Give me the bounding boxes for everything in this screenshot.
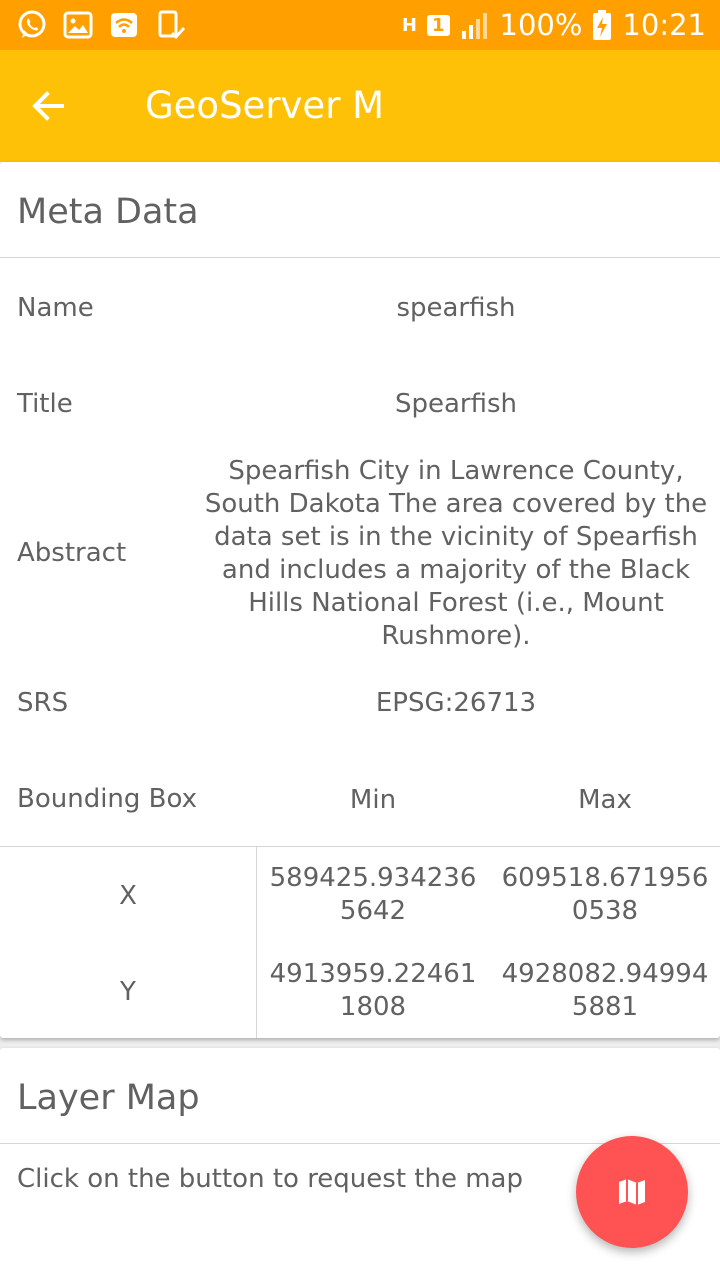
abstract-line: data set is in the vicinity of Spearfish <box>214 522 698 552</box>
bbox-value-line: 4928082.94994 <box>501 959 709 989</box>
abstract-line: Hills National Forest (i.e., Mount <box>248 588 664 618</box>
metadata-card: Meta Data Name spearfish Title Spearfish… <box>0 162 720 1038</box>
bbox-value-line: 1808 <box>339 992 407 1022</box>
abstract-line: Spearfish City in Lawrence County, <box>228 456 684 486</box>
abstract-value: Spearfish City in Lawrence County, South… <box>196 455 716 653</box>
name-value: spearfish <box>396 293 516 323</box>
signal-icon <box>461 13 487 39</box>
bbox-divider <box>0 846 720 847</box>
bbox-y-min: 4913959.22461 1808 <box>257 958 489 1024</box>
notification-icons <box>16 9 186 41</box>
gallery-icon <box>63 11 93 39</box>
title-label: Title <box>17 389 73 419</box>
status-bar: H 1 100% 10:21 <box>0 0 720 50</box>
bbox-value-line: 5881 <box>571 992 639 1022</box>
abstract-line: Rushmore). <box>381 621 531 651</box>
status-indicators: H 1 100% 10:21 <box>402 0 706 50</box>
app-title: GeoServer M <box>145 84 385 127</box>
bbox-max-header: Max <box>578 785 632 815</box>
battery-charging-icon <box>593 10 612 40</box>
network-type-icon: H <box>401 14 417 36</box>
bbox-value-line: 4913959.22461 <box>269 959 477 989</box>
srs-label: SRS <box>17 688 69 718</box>
bbox-y-max: 4928082.94994 5881 <box>489 958 720 1024</box>
bbox-min-header: Min <box>349 785 397 815</box>
abstract-label: Abstract <box>17 538 127 568</box>
map-icon <box>619 1179 645 1205</box>
title-value: Spearfish <box>394 389 518 419</box>
wifi-hotspot-icon <box>111 13 137 37</box>
bbox-x-label: X <box>119 881 137 911</box>
name-label: Name <box>17 293 94 323</box>
bounding-box-label: Bounding Box <box>17 784 198 814</box>
abstract-line: and includes a majority of the Black <box>221 555 691 585</box>
clock: 10:21 <box>622 8 706 42</box>
metadata-title: Meta Data <box>17 192 199 232</box>
back-arrow-icon[interactable] <box>28 86 68 126</box>
whatsapp-icon <box>18 10 46 38</box>
layer-map-hint: Click on the button to request the map <box>17 1164 523 1194</box>
bbox-value-line: 589425.934236 <box>269 863 477 893</box>
abstract-line: South Dakota The area covered by the <box>204 489 708 519</box>
layer-map-header: Layer Map <box>0 1048 720 1144</box>
sim-slot-badge: 1 <box>426 14 450 36</box>
app-bar: GeoServer M <box>0 50 720 162</box>
request-map-button[interactable] <box>576 1136 688 1248</box>
layer-map-title: Layer Map <box>17 1078 200 1118</box>
bbox-value-line: 0538 <box>571 896 639 926</box>
bbox-y-label: Y <box>120 977 136 1007</box>
bbox-x-min: 589425.934236 5642 <box>257 862 489 928</box>
metadata-header: Meta Data <box>0 162 720 258</box>
bbox-value-line: 609518.671956 <box>501 863 709 893</box>
device-check-icon <box>158 10 186 40</box>
srs-value: EPSG:26713 <box>375 688 537 718</box>
bbox-value-line: 5642 <box>339 896 407 926</box>
battery-percent: 100% <box>499 8 583 42</box>
bbox-x-max: 609518.671956 0538 <box>489 862 720 928</box>
